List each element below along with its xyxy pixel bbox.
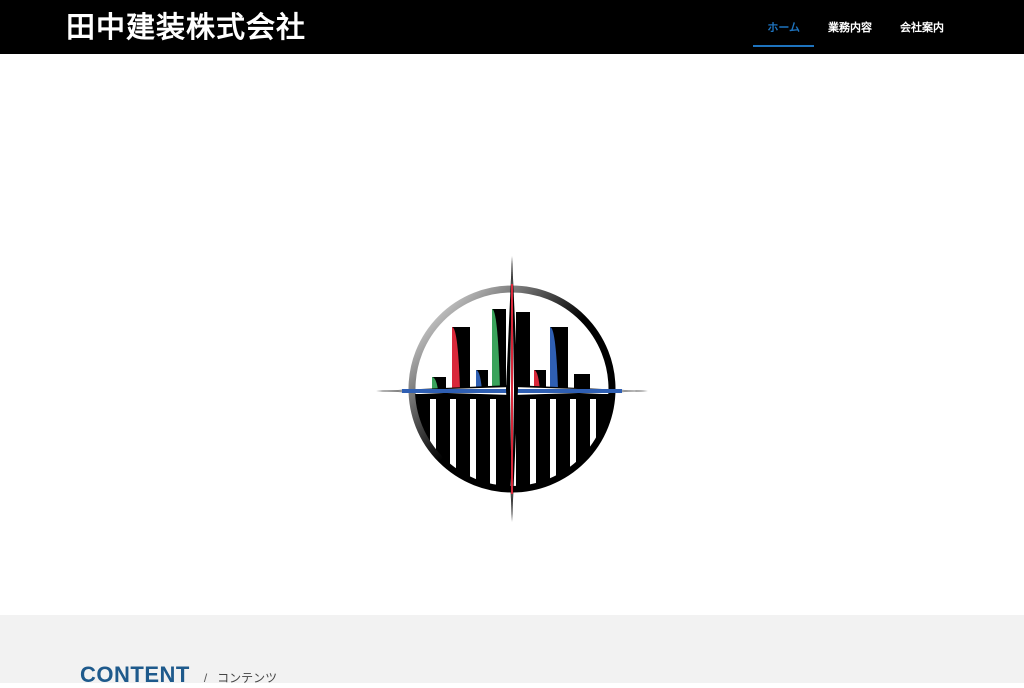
main-nav: ホーム 業務内容 会社案内 [753,0,958,54]
nav-item-services[interactable]: 業務内容 [814,0,886,54]
company-emblem-logo [372,254,652,528]
hero-section [0,54,1024,615]
nav-item-home[interactable]: ホーム [753,0,814,54]
content-section: CONTENT / コンテンツ [0,615,1024,687]
site-header: 田中建装株式会社 ホーム 業務内容 会社案内 [0,0,1024,54]
section-heading: CONTENT / コンテンツ [80,662,277,688]
section-subtitle: コンテンツ [217,671,278,685]
nav-item-company[interactable]: 会社案内 [886,0,958,54]
section-title: CONTENT [80,662,190,687]
site-title-link[interactable]: 田中建装株式会社 [66,9,306,45]
